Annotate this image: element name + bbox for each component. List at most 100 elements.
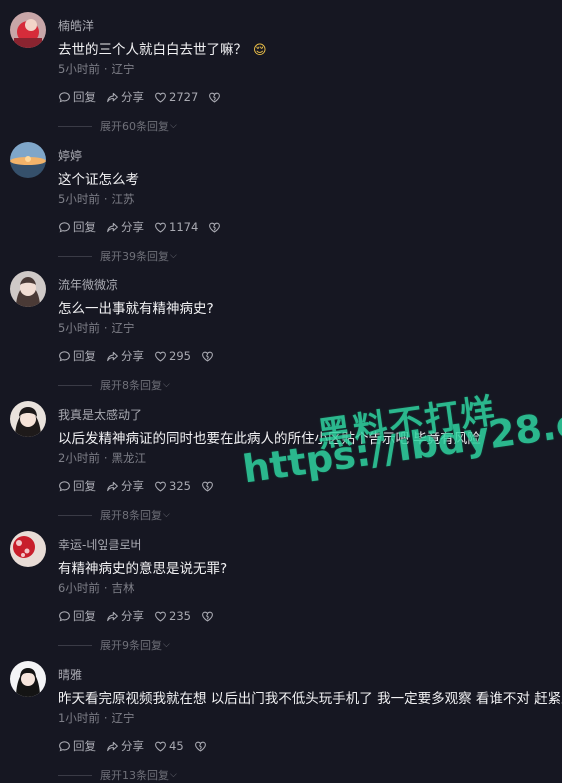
avatar[interactable] bbox=[10, 531, 46, 567]
username[interactable]: 我真是太感动了 bbox=[58, 406, 142, 423]
avatar[interactable] bbox=[10, 271, 46, 307]
broken-heart-icon bbox=[202, 351, 213, 362]
comment-actions: 回复 分享 45 bbox=[58, 737, 219, 755]
comment-location: 辽宁 bbox=[111, 62, 135, 76]
comment-actions: 回复 分享 325 bbox=[58, 477, 226, 495]
heart-icon bbox=[155, 481, 166, 492]
reply-button[interactable]: 回复 bbox=[58, 738, 96, 754]
dislike-button[interactable] bbox=[201, 350, 216, 363]
expand-replies[interactable]: 展开13条回复 ⌵ bbox=[58, 767, 177, 783]
divider bbox=[58, 125, 92, 127]
broken-heart-icon bbox=[202, 611, 213, 622]
share-button[interactable]: 分享 bbox=[106, 89, 144, 105]
comment-item: 婷婷 这个证怎么考 5小时前 · 江苏 回复 分享 1174 展开39条回复 ⌵ bbox=[0, 130, 562, 263]
dislike-button[interactable] bbox=[208, 221, 223, 234]
share-label: 分享 bbox=[121, 349, 144, 363]
heart-icon bbox=[155, 351, 166, 362]
comment-time: 5小时前 bbox=[58, 321, 100, 335]
comment-text: 有精神病史的意思是说无罪? bbox=[58, 561, 228, 577]
divider bbox=[58, 255, 92, 257]
reply-button[interactable]: 回复 bbox=[58, 89, 96, 105]
avatar[interactable] bbox=[10, 12, 46, 48]
broken-heart-icon bbox=[209, 92, 221, 103]
share-arrow-icon bbox=[107, 741, 118, 751]
share-arrow-icon bbox=[107, 611, 118, 621]
share-label: 分享 bbox=[121, 90, 144, 104]
like-button[interactable]: 325 bbox=[154, 479, 191, 493]
share-button[interactable]: 分享 bbox=[106, 219, 144, 235]
like-button[interactable]: 45 bbox=[154, 739, 184, 753]
comment-meta: 5小时前 · 辽宁 bbox=[58, 61, 134, 77]
comment-item: 幸运-네잎클로버 有精神病史的意思是说无罪? 6小时前 · 吉林 回复 分享 235… bbox=[0, 519, 562, 652]
comment-location: 辽宁 bbox=[111, 321, 135, 335]
comment-location: 吉林 bbox=[111, 581, 135, 595]
comment-item: 楠皓洋 去世的三个人就白白去世了嘛？ 😌 5小时前 · 辽宁 回复 分享 2727 展… bbox=[0, 0, 562, 133]
broken-heart-icon bbox=[209, 222, 221, 233]
like-button[interactable]: 295 bbox=[154, 349, 191, 363]
share-label: 分享 bbox=[121, 220, 144, 234]
reply-label: 回复 bbox=[73, 739, 96, 753]
comment-item: 晴雅 昨天看完原视频我就在想 以后出门我不低头玩手机了 我一定要多观察 看谁不对… bbox=[0, 649, 562, 782]
username[interactable]: 幸运-네잎클로버 bbox=[58, 536, 142, 553]
divider bbox=[58, 644, 92, 646]
comment-location: 江苏 bbox=[111, 192, 135, 206]
share-button[interactable]: 分享 bbox=[106, 478, 144, 494]
reply-button[interactable]: 回复 bbox=[58, 348, 96, 364]
comment-location: 辽宁 bbox=[111, 711, 135, 725]
username[interactable]: 晴雅 bbox=[58, 666, 82, 683]
like-count: 295 bbox=[169, 349, 191, 363]
avatar[interactable] bbox=[10, 142, 46, 178]
share-arrow-icon bbox=[107, 351, 118, 361]
username[interactable]: 流年微微凉 bbox=[58, 276, 118, 293]
share-arrow-icon bbox=[107, 92, 118, 102]
heart-icon bbox=[155, 741, 166, 752]
comment-text: 昨天看完原视频我就在想 以后出门我不低头玩手机了 我一定要多观察 看谁不对 赶紧… bbox=[58, 691, 562, 707]
avatar[interactable] bbox=[10, 661, 46, 697]
reply-button[interactable]: 回复 bbox=[58, 608, 96, 624]
share-button[interactable]: 分享 bbox=[106, 608, 144, 624]
heart-icon bbox=[155, 611, 166, 622]
reply-label: 回复 bbox=[73, 90, 96, 104]
reply-label: 回复 bbox=[73, 479, 96, 493]
comment-text: 去世的三个人就白白去世了嘛？ 😌 bbox=[58, 38, 267, 58]
reply-label: 回复 bbox=[73, 220, 96, 234]
comment-meta: 2小时前 · 黑龙江 bbox=[58, 450, 146, 466]
heart-icon bbox=[155, 222, 166, 233]
comment-text-body: 去世的三个人就白白去世了嘛？ bbox=[58, 42, 247, 58]
like-count: 2727 bbox=[169, 90, 199, 104]
username[interactable]: 婷婷 bbox=[58, 147, 82, 164]
relieved-face-icon: 😌 bbox=[253, 43, 267, 58]
comment-time: 5小时前 bbox=[58, 192, 100, 206]
username[interactable]: 楠皓洋 bbox=[58, 17, 94, 34]
dislike-button[interactable] bbox=[208, 91, 223, 104]
reply-label: 回复 bbox=[73, 349, 96, 363]
dislike-button[interactable] bbox=[201, 610, 216, 623]
like-button[interactable]: 235 bbox=[154, 609, 191, 623]
separator-dot: · bbox=[103, 321, 108, 335]
reply-button[interactable]: 回复 bbox=[58, 219, 96, 235]
avatar[interactable] bbox=[10, 401, 46, 437]
share-button[interactable]: 分享 bbox=[106, 348, 144, 364]
comment-meta: 1小时前 · 辽宁 bbox=[58, 710, 134, 726]
reply-bubble-icon bbox=[59, 91, 70, 102]
comment-actions: 回复 分享 1174 bbox=[58, 218, 233, 236]
reply-bubble-icon bbox=[59, 350, 70, 361]
divider bbox=[58, 774, 92, 776]
reply-button[interactable]: 回复 bbox=[58, 478, 96, 494]
comment-location: 黑龙江 bbox=[111, 451, 146, 465]
like-button[interactable]: 1174 bbox=[154, 220, 198, 234]
reply-label: 回复 bbox=[73, 609, 96, 623]
like-count: 45 bbox=[169, 739, 184, 753]
comment-actions: 回复 分享 2727 bbox=[58, 88, 233, 106]
like-button[interactable]: 2727 bbox=[154, 90, 198, 104]
reply-bubble-icon bbox=[59, 221, 70, 232]
comment-text: 这个证怎么考 bbox=[58, 172, 139, 188]
dislike-button[interactable] bbox=[201, 480, 216, 493]
comment-meta: 5小时前 · 辽宁 bbox=[58, 320, 134, 336]
heart-icon bbox=[155, 92, 166, 103]
share-button[interactable]: 分享 bbox=[106, 738, 144, 754]
broken-heart-icon bbox=[202, 481, 213, 492]
comment-time: 6小时前 bbox=[58, 581, 100, 595]
comment-meta: 5小时前 · 江苏 bbox=[58, 191, 134, 207]
dislike-button[interactable] bbox=[194, 740, 209, 753]
